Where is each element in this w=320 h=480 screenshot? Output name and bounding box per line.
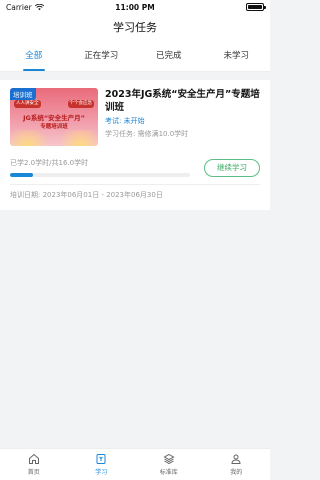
tabbar-label: 学习 [95, 469, 108, 476]
progress-fill [10, 173, 33, 177]
battery-icon [246, 3, 266, 11]
cover-subtitle: 专题培训班 [40, 124, 68, 130]
training-date: 培训日期: 2023年06月01日 - 2023年06月30日 [10, 191, 163, 199]
cover-fireworks [10, 130, 98, 146]
cover-badge: 人人讲安全 [14, 100, 41, 108]
progress-text: 已学2.0学时/共16.0学时 [10, 159, 89, 167]
tab-not-started[interactable]: 未学习 [203, 42, 271, 71]
card-divider [10, 184, 260, 185]
tab-completed[interactable]: 已完成 [135, 42, 203, 71]
tabbar-item-study[interactable]: 学习 [68, 449, 136, 480]
exam-status: 考试: 未开始 [105, 117, 145, 125]
cover-badge: 个个会应急 [67, 100, 94, 108]
tabbar-label: 首页 [27, 469, 40, 476]
bottom-tabbar: 首页 学习 标准库 我的 [0, 448, 270, 480]
course-cover-image[interactable]: 培训班 人人讲安全 个个会应急 JG系统“安全生产月” 专题培训班 [10, 88, 98, 146]
cover-badges: 人人讲安全 个个会应急 [14, 100, 94, 108]
tabbar-item-profile[interactable]: 我的 [203, 449, 271, 480]
cover-tag: 培训班 [10, 88, 36, 100]
layers-icon [163, 453, 175, 465]
task-requirement: 学习任务: 需修满10.0学时 [105, 130, 189, 138]
progress-bar [10, 173, 190, 177]
status-time: 11:00 PM [115, 3, 155, 12]
tab-in-progress[interactable]: 正在学习 [68, 42, 136, 71]
home-icon [28, 453, 39, 464]
tabbar-label: 我的 [230, 469, 243, 476]
tabbar-item-home[interactable]: 首页 [0, 449, 68, 480]
page-title: 学习任务 [0, 14, 270, 42]
filter-tabs: 全部 正在学习 已完成 未学习 [0, 42, 270, 72]
course-card[interactable]: 培训班 人人讲安全 个个会应急 JG系统“安全生产月” 专题培训班 2023年J… [0, 80, 270, 210]
tab-all[interactable]: 全部 [0, 42, 68, 71]
tabbar-item-standards[interactable]: 标准库 [135, 449, 203, 480]
tabbar-label: 标准库 [159, 469, 178, 476]
cover-title: JG系统“安全生产月” [23, 114, 85, 122]
user-icon [231, 454, 241, 464]
course-title[interactable]: 2023年JG系统“安全生产月”专题培训班 [105, 88, 263, 114]
status-bar: Carrier 11:00 PM [0, 0, 270, 14]
continue-learning-button[interactable]: 继续学习 [204, 159, 260, 177]
book-icon [96, 454, 106, 464]
